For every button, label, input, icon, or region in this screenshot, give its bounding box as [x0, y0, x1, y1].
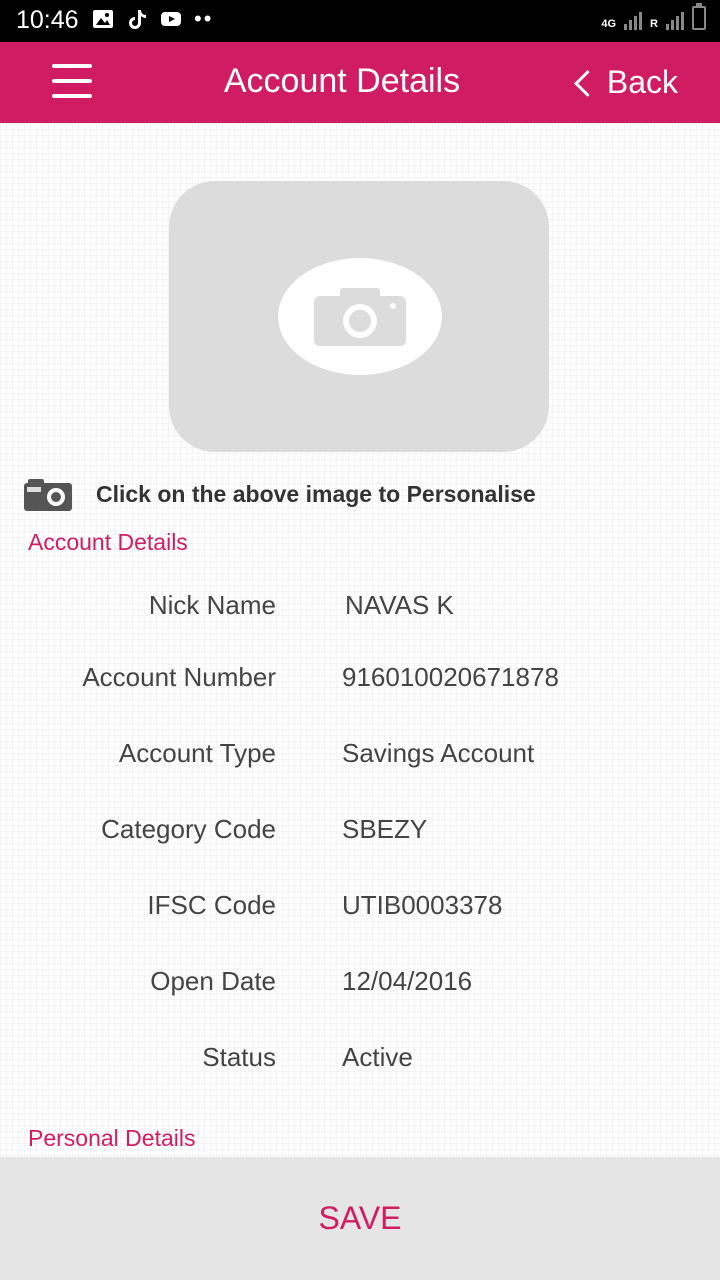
youtube-icon [161, 12, 181, 26]
detail-row-account-type: Account Type Savings Account [0, 738, 720, 778]
camera-badge [278, 258, 442, 375]
camera-small-icon [24, 479, 72, 511]
profile-image-picker[interactable] [169, 181, 549, 452]
detail-value: NAVAS K [345, 590, 454, 620]
more-dots-icon: •• [194, 6, 214, 31]
status-time: 10:46 [16, 6, 79, 34]
detail-label: Account Number [82, 662, 276, 692]
personalise-hint: Click on the above image to Personalise [24, 477, 536, 511]
detail-row-nick-name: Nick Name NAVAS K [0, 590, 720, 630]
back-button[interactable]: Back [573, 64, 678, 101]
detail-value: UTIB0003378 [342, 890, 503, 920]
detail-row-account-number: Account Number 916010020671878 [0, 662, 720, 702]
detail-label: Status [202, 1042, 276, 1072]
account-details-content[interactable]: Click on the above image to Personalise … [0, 123, 720, 1157]
detail-label: Open Date [150, 966, 276, 996]
save-button[interactable]: SAVE [0, 1157, 720, 1280]
status-notification-icons: •• [92, 8, 213, 30]
footer: SAVE [0, 1157, 720, 1280]
app-bar: Account Details Back [0, 42, 720, 123]
signal-icon [624, 8, 643, 30]
detail-row-ifsc-code: IFSC Code UTIB0003378 [0, 890, 720, 930]
detail-label: IFSC Code [147, 890, 276, 920]
detail-row-status: Status Active [0, 1042, 720, 1082]
section-title-personal-details: Personal Details [28, 1125, 196, 1151]
status-system-icons: 4G R [601, 3, 706, 30]
detail-row-category-code: Category Code SBEZY [0, 814, 720, 854]
back-label: Back [606, 64, 678, 100]
detail-label: Category Code [101, 814, 276, 844]
status-bar: 10:46 •• 4G R [0, 0, 720, 42]
personalise-text: Click on the above image to Personalise [96, 480, 536, 507]
detail-label: Account Type [118, 738, 276, 768]
signal-icon-2 [666, 8, 684, 30]
detail-value: 12/04/2016 [342, 966, 473, 996]
detail-value: 916010020671878 [342, 662, 559, 692]
network-type-label: 4G [601, 18, 617, 30]
detail-row-open-date: Open Date 12/04/2016 [0, 966, 720, 1006]
detail-value: SBEZY [342, 814, 428, 844]
image-icon [93, 10, 113, 28]
section-title-account-details: Account Details [28, 529, 188, 555]
detail-label: Nick Name [148, 590, 276, 620]
battery-icon [692, 3, 706, 30]
chevron-left-icon [573, 70, 601, 97]
detail-value: Active [342, 1042, 413, 1072]
tiktok-icon [129, 10, 146, 29]
roaming-label: R [650, 18, 658, 30]
detail-value: Savings Account [342, 738, 535, 768]
camera-icon [314, 288, 406, 346]
